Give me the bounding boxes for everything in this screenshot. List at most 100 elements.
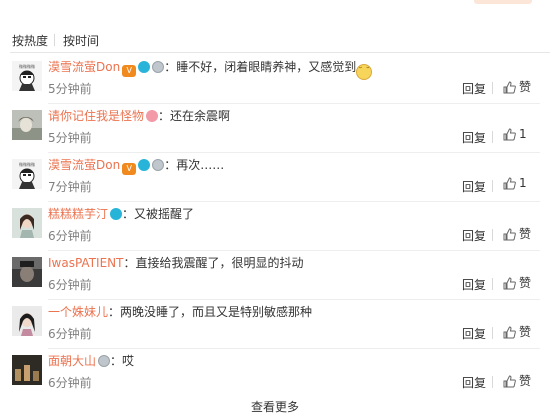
comment-text: ：直接给我震醒了，很明显的抖动 bbox=[123, 256, 304, 270]
like-count: 1 bbox=[519, 176, 527, 190]
action-separator bbox=[492, 376, 493, 388]
like-button[interactable]: 1 bbox=[503, 176, 527, 190]
medal-badge-icon[interactable] bbox=[152, 159, 165, 171]
reply-button[interactable]: 回复 bbox=[462, 227, 486, 244]
action-separator bbox=[492, 131, 493, 143]
reply-button[interactable]: 回复 bbox=[462, 80, 486, 97]
reply-button[interactable]: 回复 bbox=[462, 178, 486, 195]
action-separator bbox=[492, 180, 493, 192]
username-link[interactable]: 一个姝妹儿 bbox=[48, 305, 108, 319]
eye-badge-icon[interactable] bbox=[138, 61, 151, 73]
avatar[interactable] bbox=[12, 355, 42, 385]
comment-divider bbox=[48, 152, 540, 153]
username-link[interactable]: 糕糕糕芋汀 bbox=[48, 207, 108, 221]
like-label: 赞 bbox=[519, 325, 532, 339]
like-label: 赞 bbox=[519, 80, 532, 94]
comment-item: 面朝大山 ：哎 6分钟前 回复 赞 bbox=[0, 350, 550, 398]
comment-time: 6分钟前 bbox=[48, 278, 92, 292]
comment-divider bbox=[48, 250, 540, 251]
thumbs-up-icon bbox=[503, 128, 516, 141]
like-button[interactable]: 1 bbox=[503, 127, 527, 141]
username-link[interactable]: IwasPATIENT bbox=[48, 256, 123, 270]
comment-text: ：再次…… bbox=[164, 158, 225, 172]
avatar[interactable] bbox=[12, 306, 42, 336]
comment-text: ：又被摇醒了 bbox=[122, 207, 195, 221]
comment-time: 6分钟前 bbox=[48, 229, 92, 243]
action-separator bbox=[492, 82, 493, 94]
comment-divider bbox=[48, 103, 540, 104]
thumbs-up-icon bbox=[503, 228, 516, 241]
comment-item: 微微微微 漠雪流萤Don V ：再次…… 7分钟前 回复 1 bbox=[0, 154, 550, 202]
comment-time: 7分钟前 bbox=[48, 180, 92, 194]
comment-divider bbox=[48, 299, 540, 300]
action-separator bbox=[492, 327, 493, 339]
comment-item: 一个姝妹儿：两晚没睡了，而且又是特别敏感那种 6分钟前 回复 赞 bbox=[0, 301, 550, 349]
comment-text-line: IwasPATIENT：直接给我震醒了，很明显的抖动 bbox=[48, 255, 540, 271]
eye-badge-icon[interactable] bbox=[138, 159, 151, 171]
comment-text: ：睡不好，闭着眼睛养神，又感觉到 bbox=[164, 60, 357, 74]
avatar[interactable] bbox=[12, 257, 42, 287]
like-label: 赞 bbox=[519, 374, 532, 388]
reply-button[interactable]: 回复 bbox=[462, 374, 486, 391]
action-separator bbox=[492, 229, 493, 241]
thumbs-up-icon bbox=[503, 177, 516, 190]
thumbs-up-icon bbox=[503, 81, 516, 94]
avatar[interactable]: 微微微微 bbox=[12, 61, 42, 91]
vip-badge-icon[interactable]: V bbox=[122, 65, 137, 77]
comment-text-line: 一个姝妹儿：两晚没睡了，而且又是特别敏感那种 bbox=[48, 304, 540, 320]
thumbs-up-icon bbox=[503, 326, 516, 339]
username-link[interactable]: 漠雪流萤Don bbox=[48, 158, 120, 172]
comment-text-line: 漠雪流萤Don V ：再次…… bbox=[48, 157, 540, 175]
reply-button[interactable]: 回复 bbox=[462, 276, 486, 293]
like-label: 赞 bbox=[519, 276, 532, 290]
medal-badge-icon[interactable] bbox=[98, 355, 111, 367]
reply-button[interactable]: 回复 bbox=[462, 129, 486, 146]
comment-text-line: 请你记住我是怪物 ：还在余震啊 bbox=[48, 108, 540, 124]
svg-text:微微微微: 微微微微 bbox=[19, 161, 35, 167]
comment-item: 糕糕糕芋汀 ：又被摇醒了 6分钟前 回复 赞 bbox=[0, 203, 550, 251]
comment-text: ：两晚没睡了，而且又是特别敏感那种 bbox=[108, 305, 313, 319]
username-link[interactable]: 面朝大山 bbox=[48, 354, 96, 368]
sort-divider bbox=[10, 52, 550, 53]
comment-time: 6分钟前 bbox=[48, 376, 92, 390]
comment-text-line: 漠雪流萤Don V ：睡不好，闭着眼睛养神，又感觉到 ˘ ˘ bbox=[48, 59, 540, 80]
eye-badge-icon[interactable] bbox=[110, 208, 123, 220]
comment-text-line: 糕糕糕芋汀 ：又被摇醒了 bbox=[48, 206, 540, 222]
top-action-button-edge[interactable] bbox=[474, 0, 532, 4]
comment-text-line: 面朝大山 ：哎 bbox=[48, 353, 540, 369]
avatar[interactable] bbox=[12, 110, 42, 140]
sort-by-time-tab[interactable]: 按时间 bbox=[63, 32, 99, 49]
comment-text: ：哎 bbox=[110, 354, 135, 368]
medal-badge-icon[interactable] bbox=[152, 61, 165, 73]
reply-button[interactable]: 回复 bbox=[462, 325, 486, 342]
sort-bar: 按热度 按时间 bbox=[0, 24, 550, 52]
comment-text: ：还在余震啊 bbox=[158, 109, 231, 123]
username-link[interactable]: 漠雪流萤Don bbox=[48, 60, 120, 74]
like-button[interactable]: 赞 bbox=[503, 225, 531, 242]
like-count: 1 bbox=[519, 127, 527, 141]
comment-time: 6分钟前 bbox=[48, 327, 92, 341]
cat-badge-icon[interactable] bbox=[146, 110, 159, 122]
comment-divider bbox=[48, 348, 540, 349]
avatar[interactable]: 微微微微 bbox=[12, 159, 42, 189]
avatar[interactable] bbox=[12, 208, 42, 238]
vip-badge-icon[interactable]: V bbox=[122, 163, 137, 175]
sleepy-emoji-icon: ˘ ˘ bbox=[356, 64, 373, 80]
comment-divider bbox=[48, 201, 540, 202]
like-label: 赞 bbox=[519, 227, 532, 241]
like-button[interactable]: 赞 bbox=[503, 323, 531, 340]
comment-item: 微微微微 漠雪流萤Don V ：睡不好，闭着眼睛养神，又感觉到 ˘ ˘ 5分钟前 回复… bbox=[0, 56, 550, 104]
thumbs-up-icon bbox=[503, 375, 516, 388]
sort-separator bbox=[54, 34, 55, 46]
like-button[interactable]: 赞 bbox=[503, 372, 531, 389]
comment-time: 5分钟前 bbox=[48, 131, 92, 145]
action-separator bbox=[492, 278, 493, 290]
comment-item: 请你记住我是怪物 ：还在余震啊 5分钟前 回复 1 bbox=[0, 105, 550, 153]
like-button[interactable]: 赞 bbox=[503, 78, 531, 95]
sort-by-hot-tab[interactable]: 按热度 bbox=[12, 32, 48, 49]
load-more-link[interactable]: 查看更多 bbox=[0, 398, 550, 415]
svg-text:微微微微: 微微微微 bbox=[19, 63, 35, 69]
like-button[interactable]: 赞 bbox=[503, 274, 531, 291]
comment-item: IwasPATIENT：直接给我震醒了，很明显的抖动 6分钟前 回复 赞 bbox=[0, 252, 550, 300]
username-link[interactable]: 请你记住我是怪物 bbox=[48, 109, 144, 123]
